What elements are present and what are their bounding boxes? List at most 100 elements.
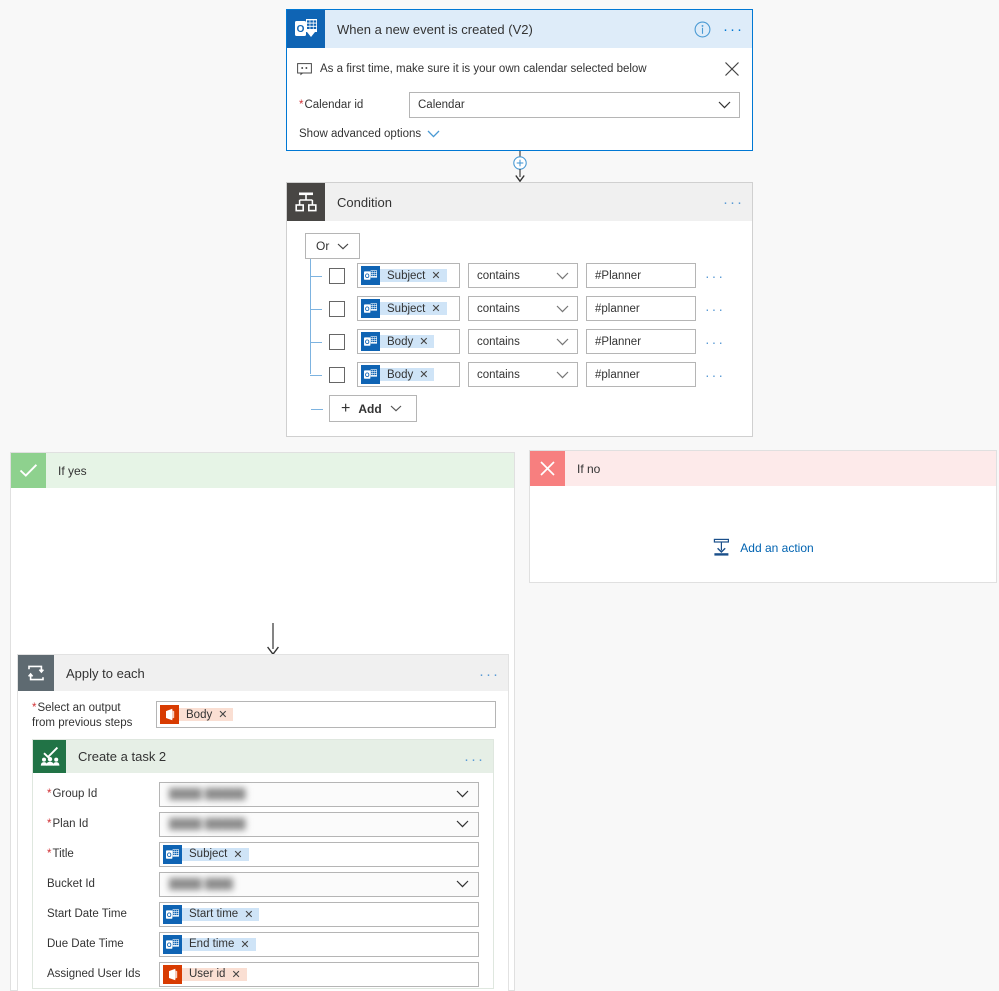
condition-add-button[interactable]: + Add [311,395,417,422]
condition-row-operator[interactable]: contains [468,329,578,354]
condition-row-operator[interactable]: contains [468,362,578,387]
condition-row-value-text: #Planner [595,269,642,282]
close-icon[interactable] [724,61,740,77]
calendar-id-row: *Calendar id Calendar [299,92,740,118]
token-label-wrap: User id ✕ [182,967,247,981]
token-label: End time [189,938,235,950]
comment-icon [297,62,312,76]
condition-row-operator[interactable]: contains [468,296,578,321]
apply-to-each-actions: ··· [479,655,500,693]
more-options-icon[interactable]: ··· [723,195,744,210]
info-icon[interactable] [694,21,711,38]
token-user-id[interactable]: User id ✕ [163,964,247,984]
remove-token-icon[interactable]: ✕ [419,335,428,348]
condition-row-field[interactable]: O Body ✕ [357,362,460,387]
due-date-time-input[interactable]: O End time ✕ [159,931,479,957]
token-label-wrap: Subject ✕ [380,269,447,282]
required-asterisk: * [47,848,52,860]
token-body[interactable]: O Body ✕ [361,365,435,384]
token-body[interactable]: O Body ✕ [361,332,435,351]
condition-row-checkbox[interactable] [329,366,345,383]
condition-row-value[interactable]: #Planner [586,329,696,354]
condition-row-operator-value: contains [477,302,520,315]
title-label: *Title [47,848,74,860]
assigned-user-ids-input[interactable]: User id ✕ [159,961,479,987]
apply-to-each-header[interactable]: Apply to each ··· [18,655,508,691]
more-options-icon[interactable]: ··· [723,22,744,37]
apply-to-each-card[interactable]: Apply to each ··· *Select an output from… [17,654,509,991]
token-start-time[interactable]: O Start time ✕ [163,904,260,924]
condition-row-field[interactable]: O Body ✕ [357,329,460,354]
condition-row-operator[interactable]: contains [468,263,578,288]
plus-circle-icon[interactable] [505,151,535,182]
chevron-down-icon [390,405,402,412]
select-output-label-line2: from previous steps [32,717,133,729]
trigger-card-when-a-new-event-is-created[interactable]: O When a new event is created (V2) ··· A… [286,9,753,151]
create-a-task-2-header[interactable]: Create a task 2 ··· [33,740,493,773]
trigger-card-header[interactable]: O When a new event is created (V2) ··· [287,10,752,48]
remove-token-icon[interactable]: ✕ [244,908,253,921]
bucket-id-dropdown[interactable]: ████ █████ [159,871,479,897]
remove-token-icon[interactable]: ✕ [231,968,240,981]
condition-add-label: Add [358,401,382,416]
more-options-icon[interactable]: ··· [464,752,485,767]
condition-card-header[interactable]: Condition ··· [287,183,752,221]
add-an-action-button[interactable]: Add an action [530,538,996,557]
condition-operator-dropdown[interactable]: Or [305,233,361,259]
plan-id-dropdown[interactable]: ████ █████ [159,811,479,837]
if-no-title: If no [577,461,601,476]
calendar-id-value: Calendar [418,99,465,111]
token-end-time[interactable]: O End time ✕ [163,934,256,954]
condition-row-field[interactable]: O Subject ✕ [357,263,460,288]
remove-token-icon[interactable]: ✕ [218,708,227,721]
token-label: Subject [189,848,228,860]
condition-card[interactable]: Condition ··· Or O Subject ✕ contains #Plann… [286,182,753,437]
remove-token-icon[interactable]: ✕ [431,302,440,315]
more-options-icon[interactable]: ··· [479,667,500,682]
condition-operator-value: Or [316,239,330,253]
chevron-down-icon [456,880,469,888]
token-body[interactable]: Body ✕ [160,705,234,724]
create-a-task-2-card[interactable]: Create a task 2 ··· *Group Id ████ █████ *… [32,739,494,989]
more-options-icon[interactable]: ··· [705,367,725,383]
token-subject[interactable]: O Subject ✕ [361,266,447,285]
outlook-calendar-icon: O [287,10,325,48]
select-output-input[interactable]: Body ✕ [156,701,496,728]
group-id-label: *Group Id [47,788,98,800]
token-label: Body [387,335,414,348]
title-input[interactable]: O Subject ✕ [159,841,479,867]
token-subject[interactable]: O Subject ✕ [163,844,249,864]
remove-token-icon[interactable]: ✕ [431,269,440,282]
token-subject[interactable]: O Subject ✕ [361,299,447,318]
outlook-token-icon: O [163,934,182,954]
condition-row-value[interactable]: #planner [586,296,696,321]
chevron-down-icon [427,130,440,138]
calendar-id-dropdown[interactable]: Calendar [409,92,740,118]
trigger-title: When a new event is created (V2) [337,21,533,37]
start-date-time-input[interactable]: O Start time ✕ [159,901,479,927]
remove-token-icon[interactable]: ✕ [419,368,428,381]
more-options-icon[interactable]: ··· [705,268,725,284]
condition-row-checkbox[interactable] [329,333,345,350]
condition-row: O Body ✕ contains #planner ··· [310,358,738,391]
assigned-user-ids-label: Assigned User Ids [47,968,141,980]
connector-search-to-loop [263,623,283,655]
loop-icon-wrap [18,655,54,691]
plus-icon: + [341,399,351,417]
condition-row-value[interactable]: #planner [586,362,696,387]
remove-token-icon[interactable]: ✕ [240,938,249,951]
required-asterisk: * [32,702,37,714]
condition-row-value[interactable]: #Planner [586,263,696,288]
outlook-token-icon: O [361,299,380,318]
group-id-dropdown[interactable]: ████ █████ [159,781,479,807]
more-options-icon[interactable]: ··· [705,334,725,350]
connector-trigger-to-condition [505,151,535,182]
remove-token-icon[interactable]: ✕ [233,848,242,861]
condition-row-checkbox[interactable] [329,267,345,284]
redacted-value: ████ █████ [169,878,233,890]
condition-row-field[interactable]: O Subject ✕ [357,296,460,321]
more-options-icon[interactable]: ··· [705,301,725,317]
trigger-show-advanced-options[interactable]: Show advanced options [299,128,440,140]
condition-row-checkbox[interactable] [329,300,345,317]
svg-text:O: O [365,340,370,346]
